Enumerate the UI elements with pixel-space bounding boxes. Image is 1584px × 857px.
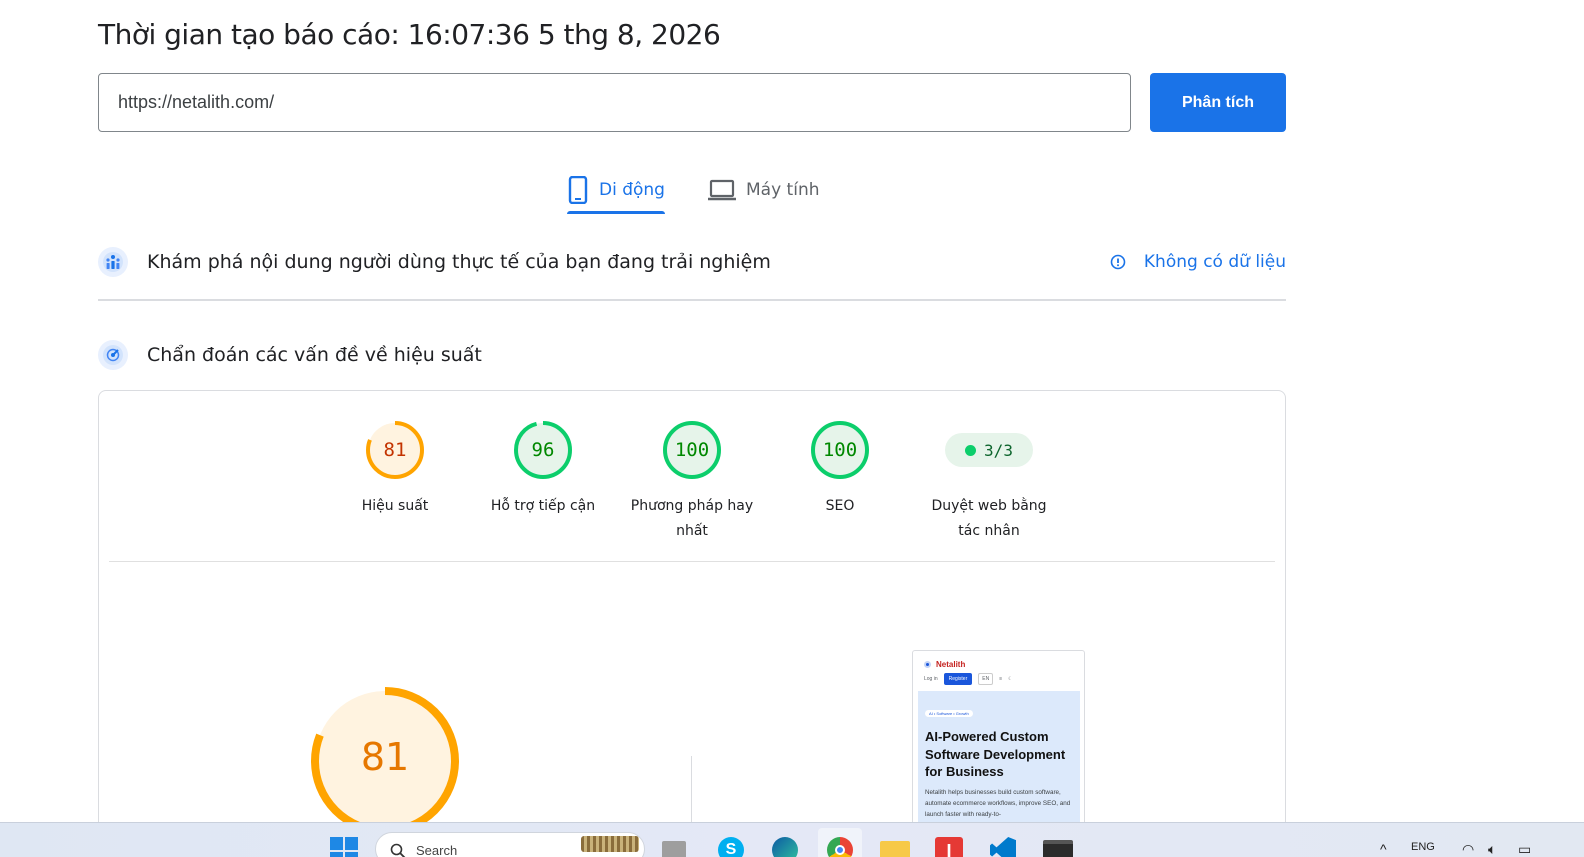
tray-language[interactable]: ENG	[1411, 841, 1435, 853]
agent-score-value: 3/3	[984, 440, 1013, 460]
tab-desktop-label: Máy tính	[746, 180, 820, 200]
preview-theme-icon: ☾	[1008, 676, 1013, 682]
score-gauge-performance[interactable]: 81 Hiệu suất	[320, 420, 470, 519]
preview-title: AI-Powered Custom Software Development f…	[925, 729, 1066, 779]
preview-nav: Log in Register EN ≡ ☾	[924, 673, 1013, 685]
brand-logo-icon	[924, 661, 931, 668]
score-label: Hỗ trợ tiếp cận	[490, 498, 596, 514]
vertical-divider	[691, 756, 692, 826]
folder-icon[interactable]	[880, 837, 910, 857]
score-value: 81	[383, 439, 407, 461]
mobile-screenshot-preview: Netalith Log in Register EN ≡ ☾ AI • Sof…	[912, 650, 1085, 830]
search-icon	[390, 843, 406, 857]
pass-dot-icon	[965, 444, 977, 456]
preview-hero: AI • Software • Growth AI-Powered Custom…	[918, 691, 1080, 829]
taskbar-search[interactable]: Search	[375, 832, 645, 857]
crux-title: Khám phá nội dung người dùng thực tế của…	[147, 251, 771, 273]
edge-icon[interactable]	[772, 837, 800, 857]
score-circle: 81	[365, 420, 425, 480]
score-value: 100	[822, 439, 858, 461]
tab-mobile[interactable]: Di động	[567, 166, 665, 214]
score-label: Hiệu suất	[361, 498, 429, 514]
file-explorer-icon[interactable]	[662, 837, 690, 857]
tray-chevron-icon[interactable]: ^	[1380, 841, 1387, 857]
tab-mobile-label: Di động	[599, 180, 665, 200]
score-label: Phương pháp hay nhất	[630, 498, 754, 539]
report-time: Thời gian tạo báo cáo: 16:07:36 5 thg 8,…	[98, 18, 721, 51]
search-highlight-image	[581, 836, 639, 852]
crux-section-header: Khám phá nội dung người dùng thực tế của…	[98, 246, 1286, 278]
preview-register: Register	[943, 673, 973, 685]
diagnostics-title: Chẩn đoán các vấn đề về hiệu suất	[147, 344, 482, 366]
analyze-button[interactable]: Phân tích	[1150, 73, 1286, 132]
preview-description: Netalith helps businesses build custom s…	[925, 789, 1071, 818]
diagnostics-section-header: Chẩn đoán các vấn đề về hiệu suất	[98, 339, 1286, 371]
laptop-icon	[708, 179, 736, 201]
info-icon	[1110, 254, 1126, 270]
score-gauge-agentic-browsing[interactable]: 3/3 Duyệt web bằng tác nhân	[914, 420, 1064, 544]
preview-brand: Netalith	[924, 660, 965, 669]
score-circle: 96	[513, 420, 573, 480]
terminal-icon[interactable]	[1043, 837, 1073, 857]
no-data-label: Không có dữ liệu	[1143, 252, 1286, 272]
score-circle: 100	[810, 420, 870, 480]
section-divider	[98, 299, 1286, 301]
wifi-icon[interactable]: ◠	[1462, 841, 1474, 857]
red-app-icon[interactable]: I	[935, 837, 963, 857]
score-gauge-seo[interactable]: 100 SEO	[765, 420, 915, 519]
windows-taskbar: Search S I ^ ENG ◠ 🔈︎ ▭	[0, 822, 1584, 857]
card-divider	[109, 561, 1275, 562]
vscode-icon[interactable]	[990, 837, 1018, 857]
skype-icon[interactable]: S	[718, 837, 746, 857]
preview-menu-icon: ≡	[999, 676, 1003, 682]
preview-brand-name: Netalith	[936, 660, 966, 669]
preview-tagline: AI • Software • Growth	[925, 710, 973, 717]
chrome-icon[interactable]	[818, 828, 862, 857]
battery-icon[interactable]: ▭	[1518, 841, 1531, 857]
preview-login: Log in	[924, 676, 938, 682]
agent-score-label: Duyệt web bằng tác nhân	[931, 498, 1047, 539]
score-circle: 100	[662, 420, 722, 480]
preview-lang: EN	[978, 673, 994, 685]
no-data-link[interactable]: Không có dữ liệu	[1110, 252, 1286, 272]
score-label: SEO	[825, 498, 855, 514]
score-gauge-accessibility[interactable]: 96 Hỗ trợ tiếp cận	[468, 420, 618, 519]
users-chart-icon	[98, 247, 128, 277]
score-value: 100	[674, 439, 710, 461]
volume-icon[interactable]: 🔈︎	[1488, 841, 1496, 857]
score-value: 96	[531, 439, 555, 461]
phone-icon	[568, 176, 588, 204]
speedometer-icon	[98, 340, 128, 370]
score-gauge-best-practices[interactable]: 100 Phương pháp hay nhất	[617, 420, 767, 544]
windows-start-icon[interactable]	[330, 837, 358, 857]
performance-big-gauge: 81	[310, 686, 460, 836]
agent-score-pill: 3/3	[945, 433, 1033, 467]
taskbar-search-placeholder: Search	[416, 843, 458, 857]
url-input[interactable]	[98, 73, 1131, 132]
big-score-value: 81	[360, 735, 410, 779]
tab-desktop[interactable]: Máy tính	[708, 166, 820, 214]
